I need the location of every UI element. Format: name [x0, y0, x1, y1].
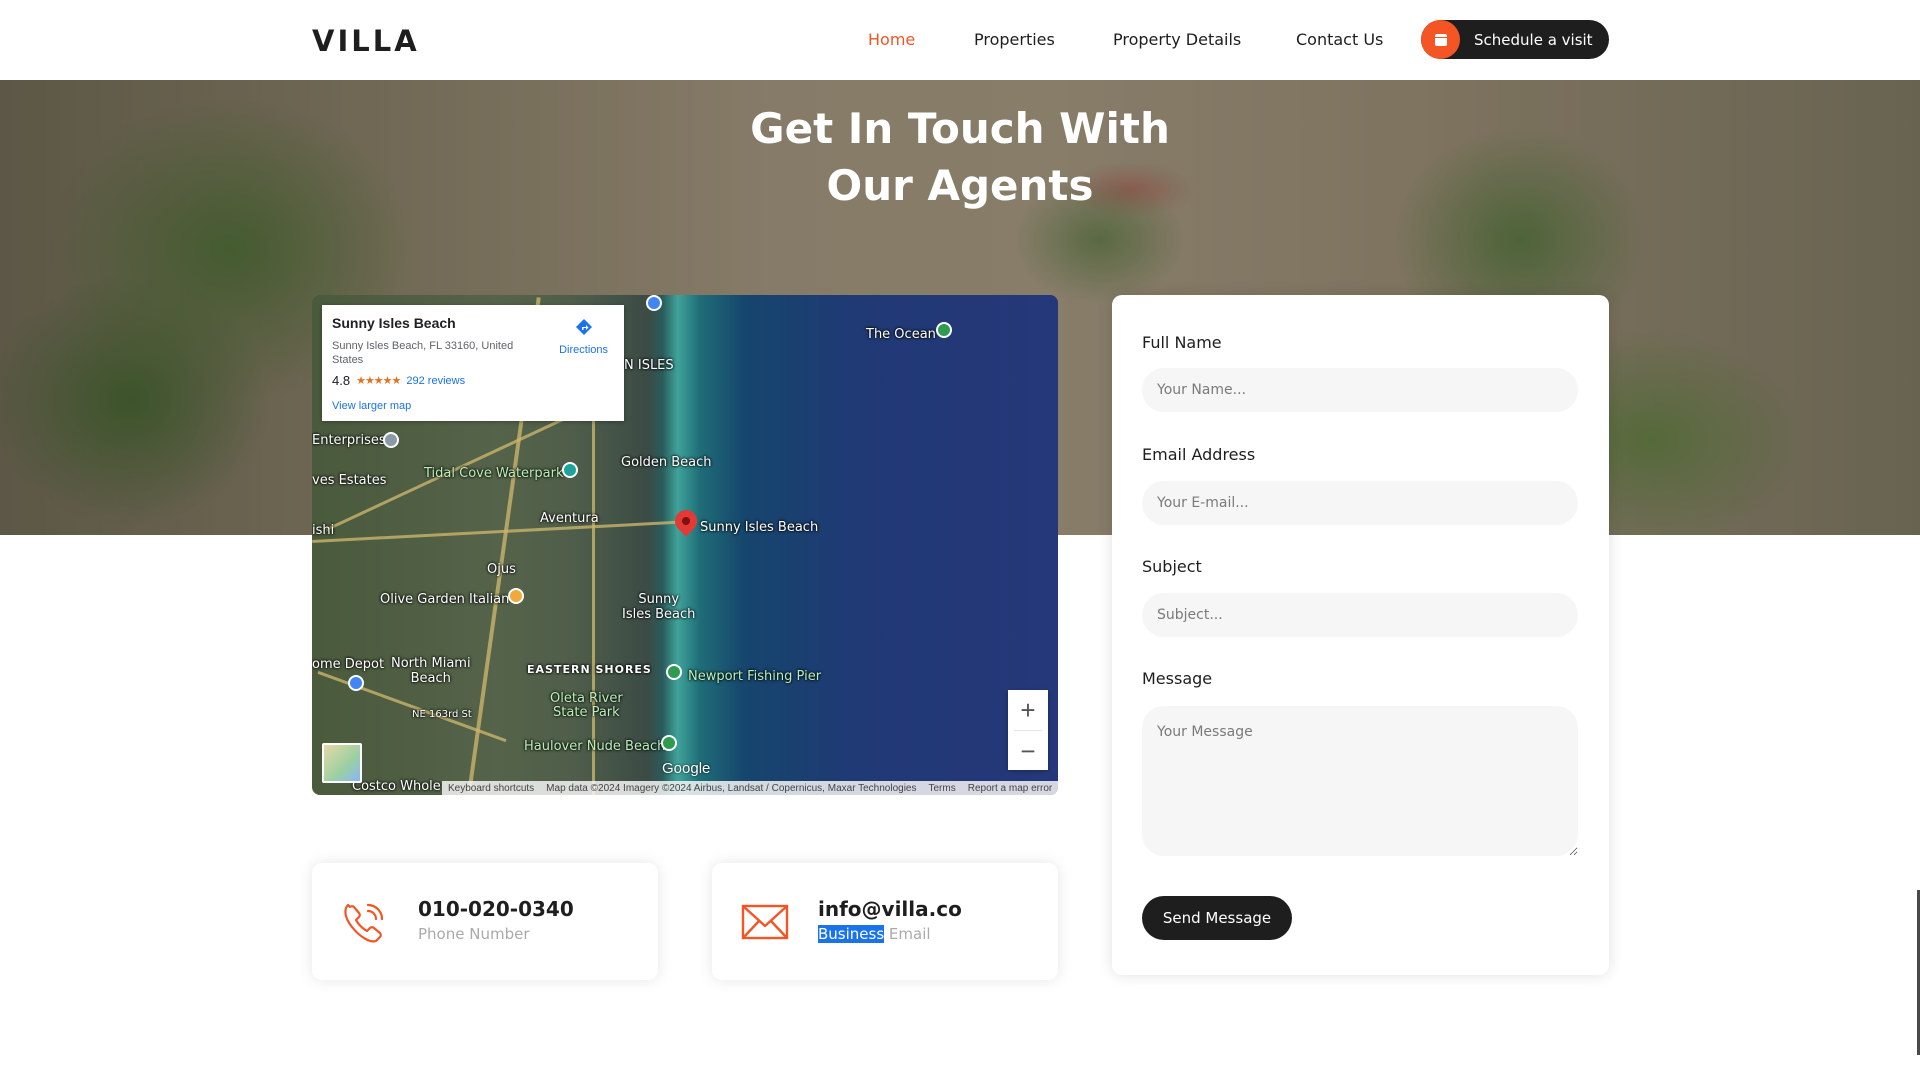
- selected-text: Business: [818, 925, 885, 943]
- terms-link[interactable]: Terms: [929, 783, 956, 794]
- phone-number-value[interactable]: 010-020-0340: [418, 897, 574, 921]
- map-label-newport: Newport Fishing Pier: [688, 669, 822, 684]
- map-label-costco: Costco Whole: [352, 779, 441, 794]
- message-textarea[interactable]: [1142, 706, 1578, 856]
- page-title: Get In Touch With Our Agents: [0, 100, 1920, 214]
- directions-icon: [575, 319, 592, 335]
- map-label-ives-estates: ves Estates: [312, 473, 387, 488]
- map-label-golden-beach: Golden Beach: [621, 455, 712, 470]
- full-name-label: Full Name: [1142, 333, 1222, 352]
- directions-label: Directions: [559, 344, 608, 356]
- place-pin-icon: [383, 432, 399, 448]
- email-label-rest: Email: [884, 925, 931, 943]
- map-place-card: Sunny Isles Beach Sunny Isles Beach, FL …: [322, 305, 624, 421]
- map-label-sunny-isles: Sunny Isles Beach: [700, 520, 819, 535]
- pier-pin-icon: [666, 664, 682, 680]
- map-label-olive-garden: Olive Garden Italian: [380, 592, 510, 607]
- map-label-haulover: Haulover Nude Beach: [524, 739, 666, 754]
- waterpark-pin-icon: [562, 462, 578, 478]
- email-input[interactable]: [1142, 481, 1578, 525]
- page-title-line1: Get In Touch With: [750, 104, 1170, 153]
- map-label-tidal-cove: Tidal Cove Waterpark: [424, 466, 564, 481]
- message-label: Message: [1142, 669, 1213, 688]
- embedded-map[interactable]: The Ocean N ISLES Enterprises Tidal Cove…: [312, 295, 1058, 795]
- park-pin-icon: [936, 322, 952, 338]
- phone-number-label: Phone Number: [418, 925, 530, 943]
- rating-stars-icon: ★★★★★: [356, 375, 401, 387]
- map-label-home-depot: ome Depot: [312, 657, 385, 672]
- map-zoom-controls: + −: [1008, 690, 1048, 770]
- map-label-eastern-shores: EASTERN SHORES: [527, 663, 652, 676]
- contact-form: Full Name Email Address Subject Message …: [1112, 295, 1609, 975]
- map-data-credit: Map data ©2024 Imagery ©2024 Airbus, Lan…: [546, 782, 917, 794]
- place-pin-icon: [646, 295, 662, 311]
- top-navbar: VILLA Home Properties Property Details C…: [0, 0, 1920, 80]
- place-rating-row: 4.8 ★★★★★ 292 reviews: [332, 373, 614, 388]
- page-title-line2: Our Agents: [826, 161, 1094, 210]
- site-logo[interactable]: VILLA: [312, 24, 420, 58]
- map-label-aventura: Aventura: [540, 511, 599, 526]
- zoom-out-button[interactable]: −: [1008, 731, 1048, 771]
- map-label-oleta: Oleta River State Park: [550, 691, 623, 720]
- restaurant-pin-icon: [508, 588, 524, 604]
- map-road: [592, 385, 595, 795]
- report-map-error-link[interactable]: Report a map error: [968, 783, 1052, 794]
- phone-icon: [344, 903, 384, 943]
- map-label-ocean: The Ocean: [866, 327, 936, 342]
- map-label-ishi: ishi: [312, 523, 335, 538]
- location-pin-icon[interactable]: [670, 505, 702, 537]
- subject-input[interactable]: [1142, 593, 1578, 637]
- directions-button[interactable]: Directions: [559, 317, 608, 356]
- map-label-ne163: NE 163rd St: [412, 709, 472, 720]
- nav-link-home[interactable]: Home: [868, 30, 915, 49]
- view-larger-map-link[interactable]: View larger map: [332, 400, 614, 412]
- schedule-visit-button[interactable]: Schedule a visit: [1421, 20, 1609, 59]
- map-label-ojus: Ojus: [487, 562, 516, 577]
- map-label-north-miami: North Miami Beach: [391, 656, 471, 686]
- phone-card: 010-020-0340 Phone Number: [312, 863, 658, 980]
- envelope-icon: [741, 904, 789, 940]
- map-layer-toggle[interactable]: [322, 743, 362, 783]
- place-rating: 4.8: [332, 373, 351, 388]
- keyboard-shortcuts-link[interactable]: Keyboard shortcuts: [448, 783, 534, 794]
- subject-label: Subject: [1142, 557, 1202, 576]
- map-label-n-isles: N ISLES: [624, 358, 674, 373]
- beach-pin-icon: [661, 735, 677, 751]
- map-label-sunny-isles-2: Sunny Isles Beach: [622, 592, 696, 622]
- email-label: Email Address: [1142, 445, 1256, 464]
- shop-pin-icon: [348, 675, 364, 691]
- full-name-input[interactable]: [1142, 368, 1578, 412]
- nav-link-contact-us[interactable]: Contact Us: [1296, 30, 1383, 49]
- schedule-visit-label: Schedule a visit: [1474, 30, 1593, 49]
- calendar-icon: [1421, 20, 1460, 59]
- email-label-text: Business Email: [818, 925, 931, 943]
- map-label-enterprises: Enterprises: [312, 433, 386, 448]
- nav-link-property-details[interactable]: Property Details: [1113, 30, 1241, 49]
- map-attribution-bar: Keyboard shortcuts Map data ©2024 Imager…: [442, 781, 1058, 795]
- send-message-button[interactable]: Send Message: [1142, 896, 1292, 940]
- email-value[interactable]: info@villa.co: [818, 897, 962, 921]
- place-address: Sunny Isles Beach, FL 33160, United Stat…: [332, 340, 514, 366]
- reviews-link[interactable]: 292 reviews: [406, 375, 465, 387]
- google-logo: Google: [662, 760, 711, 777]
- email-card: info@villa.co Business Email: [712, 863, 1058, 980]
- nav-link-properties[interactable]: Properties: [974, 30, 1055, 49]
- zoom-in-button[interactable]: +: [1008, 690, 1048, 730]
